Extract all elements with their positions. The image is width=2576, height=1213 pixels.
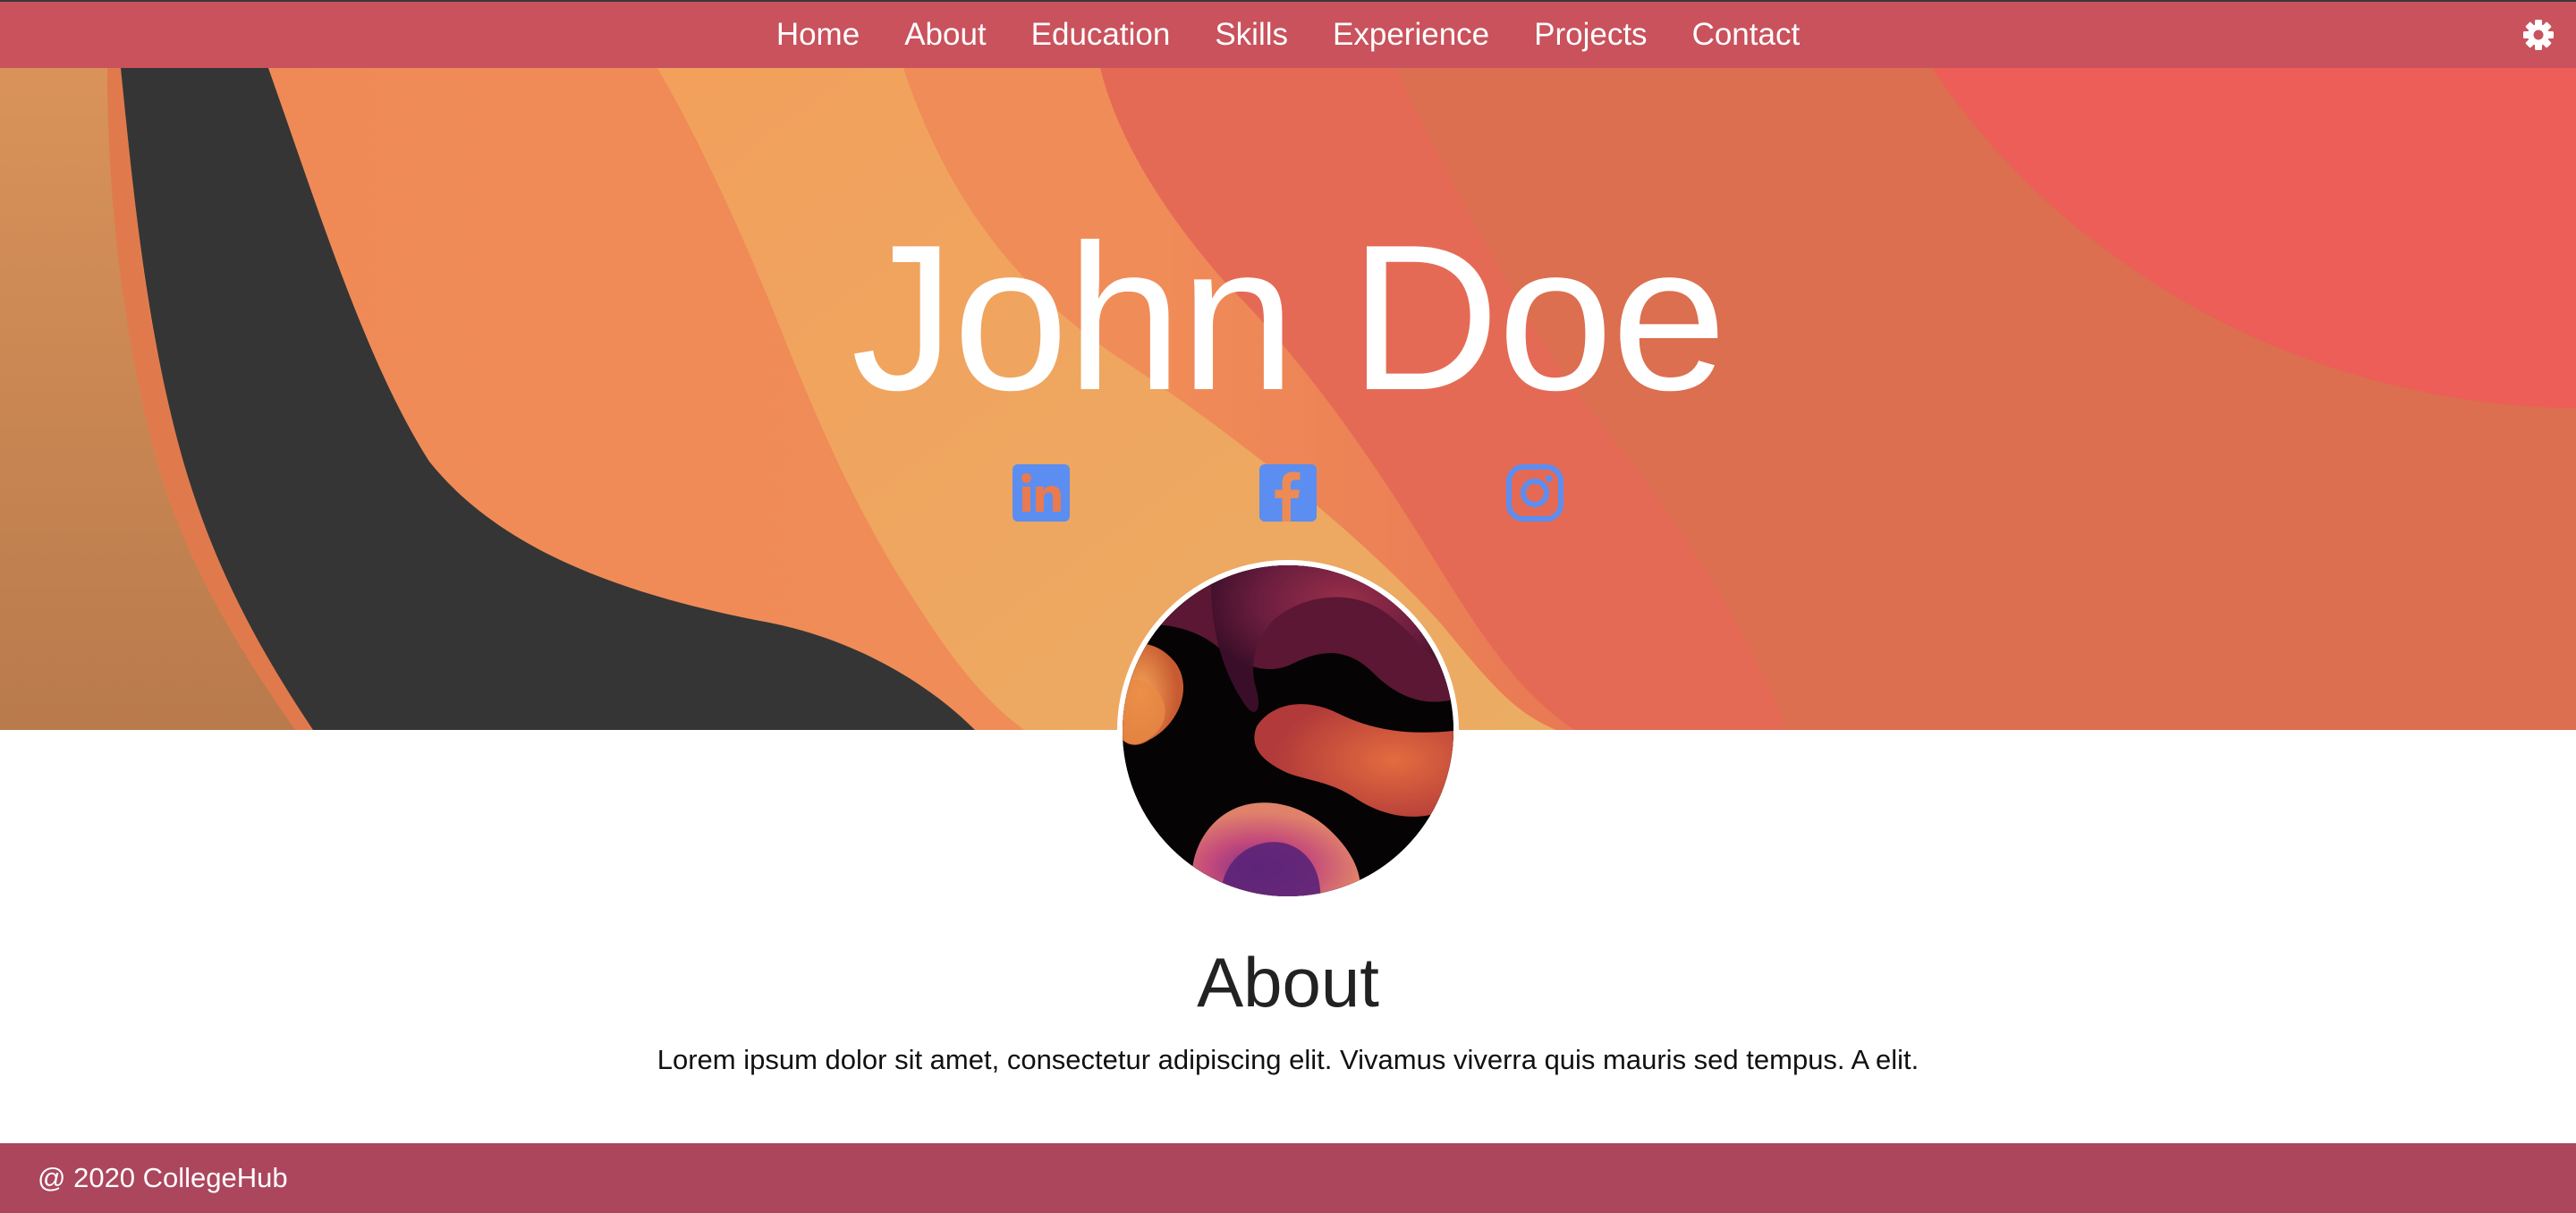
- nav-link-education[interactable]: Education: [1009, 2, 1193, 68]
- instagram-icon[interactable]: [1505, 463, 1564, 522]
- footer: @ 2020 CollegeHub: [0, 1143, 2576, 1213]
- avatar: [1117, 560, 1459, 902]
- about-text: Lorem ipsum dolor sit amet, consectetur …: [657, 1044, 1919, 1075]
- avatar-abstract-image: [1123, 565, 1453, 896]
- linkedin-icon[interactable]: [1012, 463, 1071, 522]
- gear-icon[interactable]: [2521, 17, 2556, 53]
- nav-link-about[interactable]: About: [882, 2, 1008, 68]
- facebook-icon[interactable]: [1258, 463, 1318, 522]
- nav-link-home[interactable]: Home: [754, 2, 882, 68]
- nav-link-projects[interactable]: Projects: [1512, 2, 1669, 68]
- footer-copyright: @ 2020 CollegeHub: [38, 1162, 288, 1193]
- about-heading: About: [1197, 943, 1379, 1022]
- nav-links: Home About Education Skills Experience P…: [0, 2, 2576, 68]
- nav-link-skills[interactable]: Skills: [1192, 2, 1310, 68]
- hero-name: John Doe: [851, 202, 1726, 434]
- nav-link-experience[interactable]: Experience: [1310, 2, 1512, 68]
- nav-link-contact[interactable]: Contact: [1670, 2, 1823, 68]
- top-navbar: Home About Education Skills Experience P…: [0, 0, 2576, 68]
